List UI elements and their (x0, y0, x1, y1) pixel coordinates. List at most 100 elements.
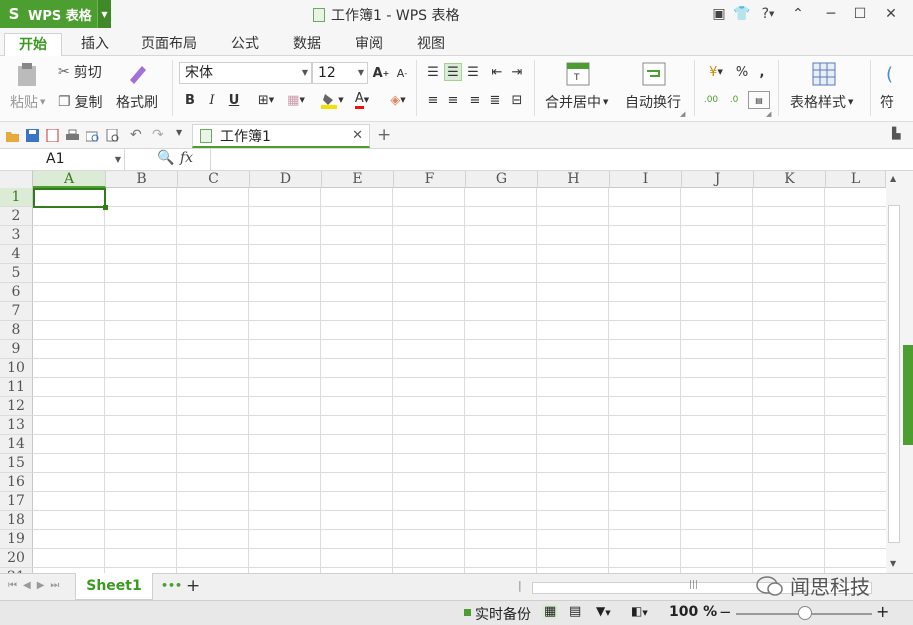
zoom-level[interactable]: 100 % (669, 604, 717, 620)
fill-color-icon[interactable]: ▼ (318, 91, 346, 109)
tab-data[interactable]: 数据 (282, 33, 332, 56)
column-header[interactable]: K (754, 171, 826, 188)
app-menu-button[interactable]: S WPS 表格 ▼ (0, 0, 111, 28)
row-header[interactable]: 13 (0, 416, 33, 435)
increase-font-icon[interactable]: A + (372, 64, 390, 82)
symbol-button[interactable]: 符 (880, 92, 894, 112)
column-header[interactable]: G (466, 171, 538, 188)
zoom-find-icon[interactable]: 🔍 (157, 150, 174, 166)
row-header[interactable]: 5 (0, 264, 33, 283)
export-pdf-icon[interactable] (46, 129, 59, 142)
zoom-out-icon[interactable]: − (719, 603, 732, 621)
column-header[interactable]: E (322, 171, 394, 188)
merge-center-button[interactable]: 合并居中 ▼ (545, 92, 608, 112)
copy-button[interactable]: ❐ 复制 (58, 92, 103, 112)
undo-icon[interactable]: ↶ (130, 127, 143, 143)
row-header[interactable]: 19 (0, 530, 33, 549)
align-bottom-icon[interactable]: ☰ (464, 63, 482, 81)
sheet-nav-arrows-icon[interactable]: ⏮◀▶⏭ (8, 580, 65, 591)
clear-format-icon[interactable]: ◈ ▼ (385, 91, 411, 109)
italic-button[interactable]: I (203, 91, 221, 109)
percent-button[interactable]: % (733, 63, 751, 81)
table-style-button[interactable]: 表格样式 ▼ (790, 92, 853, 112)
borders-icon[interactable]: ⊞ ▼ (253, 91, 279, 109)
row-header[interactable]: 7 (0, 302, 33, 321)
font-name-select[interactable]: 宋体 ▼ (179, 62, 312, 84)
collapse-ribbon-icon[interactable]: ⌃ (787, 3, 809, 25)
font-color-icon[interactable]: A ▼ (349, 91, 375, 109)
open-folder-icon[interactable] (6, 129, 19, 142)
bold-button[interactable]: B (181, 91, 199, 109)
row-header[interactable]: 9 (0, 340, 33, 359)
find-icon[interactable] (106, 129, 119, 142)
column-header[interactable]: B (106, 171, 178, 188)
tab-page-layout[interactable]: 页面布局 (130, 33, 208, 56)
cut-button[interactable]: ✂ 剪切 (58, 62, 102, 82)
paste-button[interactable]: 粘贴 ▼ (10, 92, 45, 112)
column-header[interactable]: D (250, 171, 322, 188)
format-cells-icon[interactable]: ▤ (748, 91, 770, 109)
fx-icon[interactable]: fx (180, 150, 193, 166)
decrease-decimal-icon[interactable]: .0 (725, 91, 743, 109)
scroll-down-icon[interactable]: ▼ (890, 559, 896, 568)
symbol-icon[interactable]: ( (886, 64, 893, 85)
page-layout-view-icon[interactable]: ▼▼ (596, 604, 611, 618)
vertical-scroll-thumb[interactable] (888, 205, 900, 543)
align-top-icon[interactable]: ☰ (424, 63, 442, 81)
row-header[interactable]: 17 (0, 492, 33, 511)
cell-style-icon[interactable]: ▦ ▼ (283, 91, 309, 109)
align-middle-icon[interactable]: ☰ (444, 63, 462, 81)
align-right-icon[interactable]: ≡ (466, 91, 484, 109)
row-header[interactable]: 20 (0, 549, 33, 568)
decrease-font-icon[interactable]: A- (393, 64, 411, 82)
close-tab-icon[interactable]: ✕ (352, 128, 363, 143)
align-center-icon[interactable]: ≡ (444, 91, 462, 109)
tab-review[interactable]: 审阅 (344, 33, 394, 56)
comma-button[interactable]: , (753, 63, 771, 81)
side-panel-toggle[interactable] (903, 345, 913, 445)
normal-view-icon[interactable]: ▦ (542, 604, 559, 619)
indent-increase-icon[interactable]: ⇥ (508, 63, 526, 81)
wrap-text-icon[interactable] (642, 62, 666, 86)
row-header[interactable]: 15 (0, 454, 33, 473)
sheet-tab[interactable]: Sheet1 (75, 573, 153, 600)
reading-view-icon[interactable]: ◧▼ (631, 604, 648, 618)
row-header[interactable]: 11 (0, 378, 33, 397)
paste-icon[interactable] (14, 62, 40, 88)
cells-area[interactable] (33, 188, 886, 573)
row-header[interactable]: 6 (0, 283, 33, 302)
splitter-icon[interactable]: | (518, 579, 522, 592)
sheet-list-icon[interactable]: ••• (161, 579, 182, 592)
row-header[interactable]: 3 (0, 226, 33, 245)
tab-insert[interactable]: 插入 (68, 33, 122, 56)
print-preview-icon[interactable] (86, 129, 99, 142)
new-tab-icon[interactable]: + (377, 125, 391, 145)
underline-button[interactable]: U (225, 91, 243, 109)
increase-decimal-icon[interactable]: .00 (702, 91, 720, 109)
select-all-corner[interactable] (0, 171, 33, 188)
indent-decrease-icon[interactable]: ⇤ (488, 63, 506, 81)
row-header[interactable]: 14 (0, 435, 33, 454)
column-header[interactable]: L (826, 171, 886, 188)
zoom-in-icon[interactable]: + (876, 602, 889, 621)
row-header[interactable]: 10 (0, 359, 33, 378)
column-header[interactable]: I (610, 171, 682, 188)
tab-formulas[interactable]: 公式 (220, 33, 270, 56)
column-header[interactable]: J (682, 171, 754, 188)
justify-icon[interactable]: ≣ (486, 91, 504, 109)
formula-input[interactable] (210, 149, 913, 170)
print-icon[interactable] (66, 129, 79, 142)
tab-menu-icon[interactable]: ▙ (892, 127, 905, 140)
close-button[interactable]: ✕ (880, 3, 902, 25)
column-header[interactable]: H (538, 171, 610, 188)
column-header[interactable]: A (33, 171, 106, 188)
row-header[interactable]: 4 (0, 245, 33, 264)
active-cell-a1[interactable] (33, 188, 108, 210)
skin-icon[interactable]: ▣ (708, 3, 730, 25)
format-painter-button[interactable]: 格式刷 (116, 92, 158, 112)
dialog-launcher-icon[interactable]: ◢ (680, 110, 685, 118)
row-header[interactable]: 16 (0, 473, 33, 492)
row-header[interactable]: 18 (0, 511, 33, 530)
save-icon[interactable] (26, 129, 39, 142)
merge-center-icon[interactable]: T (566, 62, 590, 86)
